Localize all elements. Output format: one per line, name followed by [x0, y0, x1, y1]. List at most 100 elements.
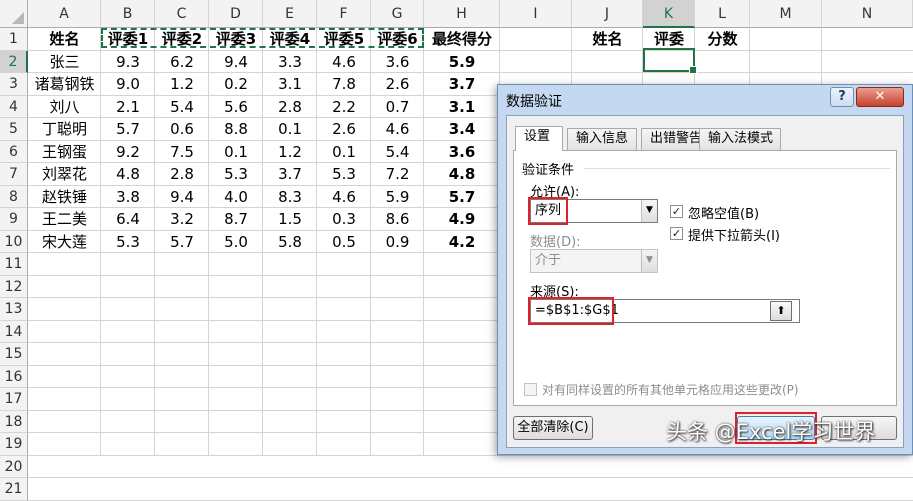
score-cell[interactable]: 4.6 [317, 186, 371, 208]
score-cell[interactable]: 9.3 [101, 51, 155, 73]
score-cell[interactable]: 3.1 [263, 73, 317, 95]
row-header-17[interactable]: 17 [0, 388, 28, 411]
score-cell[interactable]: 5.0 [209, 231, 263, 253]
final-score-cell[interactable]: 4.2 [424, 231, 500, 253]
final-score-cell[interactable]: 3.6 [424, 141, 500, 163]
score-cell[interactable]: 1.5 [263, 208, 317, 230]
chevron-down-icon[interactable]: ▼ [641, 200, 657, 222]
row-header-11[interactable]: 11 [0, 253, 28, 276]
name-cell[interactable]: 刘翠花 [28, 163, 101, 185]
name-cell[interactable]: 刘八 [28, 96, 101, 118]
active-cell-k2[interactable] [643, 48, 697, 74]
row-header-5[interactable]: 5 [0, 118, 28, 141]
score-cell[interactable]: 1.2 [155, 73, 209, 95]
row-header-6[interactable]: 6 [0, 140, 28, 163]
score-cell[interactable]: 2.2 [317, 96, 371, 118]
side-header-cell[interactable]: 评委 [643, 28, 695, 50]
score-cell[interactable]: 8.3 [263, 186, 317, 208]
clear-all-button[interactable]: 全部清除(C) [513, 416, 593, 440]
final-score-cell[interactable]: 5.9 [424, 51, 500, 73]
score-cell[interactable]: 0.2 [209, 73, 263, 95]
column-header-f[interactable]: F [317, 0, 371, 28]
column-header-k[interactable]: K [643, 0, 695, 28]
column-header-c[interactable]: C [155, 0, 209, 28]
header-cell[interactable]: 姓名 [28, 28, 101, 50]
score-cell[interactable]: 5.9 [371, 186, 424, 208]
row-header-2[interactable]: 2 [0, 50, 28, 73]
name-cell[interactable]: 诸葛钢铁 [28, 73, 101, 95]
row-header-15[interactable]: 15 [0, 343, 28, 366]
score-cell[interactable]: 5.6 [209, 96, 263, 118]
score-cell[interactable]: 5.8 [263, 231, 317, 253]
name-cell[interactable]: 丁聪明 [28, 118, 101, 140]
row-header-18[interactable]: 18 [0, 410, 28, 433]
score-cell[interactable]: 7.5 [155, 141, 209, 163]
final-score-cell[interactable]: 4.8 [424, 163, 500, 185]
name-cell[interactable]: 宋大莲 [28, 231, 101, 253]
side-header-cell[interactable]: 分数 [695, 28, 750, 50]
row-header-4[interactable]: 4 [0, 95, 28, 118]
side-header-cell[interactable]: 姓名 [572, 28, 643, 50]
score-cell[interactable]: 4.6 [317, 51, 371, 73]
score-cell[interactable]: 0.1 [317, 141, 371, 163]
row-header-1[interactable]: 1 [0, 28, 28, 51]
final-score-cell[interactable]: 3.1 [424, 96, 500, 118]
score-cell[interactable]: 8.7 [209, 208, 263, 230]
score-cell[interactable]: 4.6 [371, 118, 424, 140]
score-cell[interactable]: 0.6 [155, 118, 209, 140]
close-button[interactable]: ✕ [856, 87, 904, 107]
column-header-a[interactable]: A [28, 0, 101, 28]
score-cell[interactable]: 5.7 [155, 231, 209, 253]
row-header-21[interactable]: 21 [0, 478, 28, 501]
final-score-cell[interactable]: 3.7 [424, 73, 500, 95]
score-cell[interactable]: 8.8 [209, 118, 263, 140]
score-cell[interactable]: 0.3 [317, 208, 371, 230]
column-header-d[interactable]: D [209, 0, 263, 28]
score-cell[interactable]: 5.7 [101, 118, 155, 140]
score-cell[interactable]: 5.4 [371, 141, 424, 163]
final-score-cell[interactable]: 3.4 [424, 118, 500, 140]
row-header-8[interactable]: 8 [0, 185, 28, 208]
column-header-i[interactable]: I [500, 0, 572, 28]
row-header-19[interactable]: 19 [0, 433, 28, 456]
score-cell[interactable]: 2.8 [263, 96, 317, 118]
row-header-10[interactable]: 10 [0, 230, 28, 253]
score-cell[interactable]: 5.3 [317, 163, 371, 185]
collapse-dialog-icon[interactable]: ⬆ [770, 301, 792, 321]
tab-settings[interactable]: 设置 [515, 126, 563, 151]
ignore-blank-checkbox[interactable]: ✓ [670, 205, 683, 218]
tab-input-message[interactable]: 输入信息 [567, 128, 637, 150]
name-cell[interactable]: 王钢蛋 [28, 141, 101, 163]
column-header-m[interactable]: M [750, 0, 822, 28]
score-cell[interactable]: 3.7 [263, 163, 317, 185]
score-cell[interactable]: 5.3 [209, 163, 263, 185]
in-cell-dropdown-checkbox[interactable]: ✓ [670, 227, 683, 240]
score-cell[interactable]: 7.8 [317, 73, 371, 95]
row-header-16[interactable]: 16 [0, 365, 28, 388]
score-cell[interactable]: 9.4 [155, 186, 209, 208]
data-select[interactable]: 介于 ▼ [530, 249, 658, 273]
score-cell[interactable]: 0.1 [209, 141, 263, 163]
name-cell[interactable]: 赵铁锤 [28, 186, 101, 208]
apply-all-checkbox[interactable] [524, 383, 537, 396]
score-cell[interactable]: 9.0 [101, 73, 155, 95]
score-cell[interactable]: 5.4 [155, 96, 209, 118]
row-header-7[interactable]: 7 [0, 163, 28, 186]
score-cell[interactable]: 6.2 [155, 51, 209, 73]
score-cell[interactable]: 3.6 [371, 51, 424, 73]
score-cell[interactable]: 1.2 [263, 141, 317, 163]
score-cell[interactable]: 3.8 [101, 186, 155, 208]
score-cell[interactable]: 0.9 [371, 231, 424, 253]
column-header-j[interactable]: J [572, 0, 643, 28]
score-cell[interactable]: 6.4 [101, 208, 155, 230]
score-cell[interactable]: 9.2 [101, 141, 155, 163]
score-cell[interactable]: 7.2 [371, 163, 424, 185]
row-header-20[interactable]: 20 [0, 455, 28, 478]
column-header-h[interactable]: H [424, 0, 500, 28]
score-cell[interactable]: 0.7 [371, 96, 424, 118]
score-cell[interactable]: 3.3 [263, 51, 317, 73]
column-header-e[interactable]: E [263, 0, 317, 28]
row-header-13[interactable]: 13 [0, 298, 28, 321]
column-header-l[interactable]: L [695, 0, 750, 28]
column-header-b[interactable]: B [101, 0, 155, 28]
